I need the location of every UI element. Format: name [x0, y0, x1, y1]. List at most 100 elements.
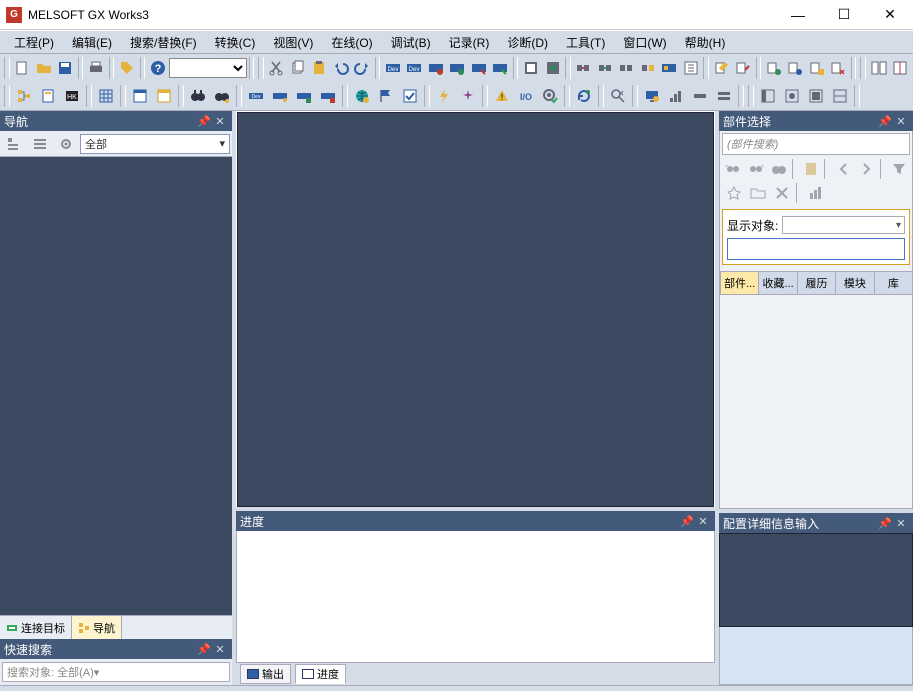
menu-edit[interactable]: 编辑(E): [64, 32, 120, 53]
new-icon[interactable]: [12, 56, 33, 80]
doc-icon-2[interactable]: HK: [60, 84, 84, 108]
parts-close-icon[interactable]: ✕: [893, 113, 909, 129]
zoom-icon[interactable]: [606, 84, 630, 108]
help-search-select[interactable]: [169, 58, 247, 78]
nav-close-icon[interactable]: ✕: [212, 113, 228, 129]
write-icon-6[interactable]: [827, 56, 848, 80]
progress-close-icon[interactable]: ✕: [695, 513, 711, 529]
module-icon-3[interactable]: [658, 56, 679, 80]
flag-icon[interactable]: [374, 84, 398, 108]
help-icon[interactable]: ?: [147, 56, 168, 80]
cut-icon[interactable]: [266, 56, 287, 80]
maximize-button[interactable]: ☐: [821, 0, 867, 30]
menu-window[interactable]: 窗口(W): [615, 32, 674, 53]
display-target-select[interactable]: ▾: [782, 216, 905, 234]
menu-debug[interactable]: 调试(B): [383, 32, 439, 53]
config-pin-icon[interactable]: 📌: [877, 515, 893, 531]
gear-check-icon[interactable]: [538, 84, 562, 108]
lightning-icon[interactable]: [432, 84, 456, 108]
config-close-icon[interactable]: ✕: [893, 515, 909, 531]
quick-search-pin-icon[interactable]: 📌: [196, 641, 212, 657]
connect-icon-2[interactable]: [594, 56, 615, 80]
open-icon[interactable]: [33, 56, 54, 80]
nav-gear-icon[interactable]: [54, 134, 78, 154]
module-icon-4[interactable]: [680, 56, 701, 80]
panel-icon-4[interactable]: [828, 84, 852, 108]
tab-navigation[interactable]: 导航: [72, 616, 122, 639]
tab-progress[interactable]: 进度: [295, 664, 346, 684]
monitor-icon[interactable]: [640, 84, 664, 108]
connect-icon-4[interactable]: [637, 56, 658, 80]
dev-icon-2[interactable]: Dev: [404, 56, 425, 80]
module-icon-2[interactable]: [542, 56, 563, 80]
parts-search-input[interactable]: (部件搜索): [722, 133, 910, 155]
binoculars-icon-1[interactable]: [186, 84, 210, 108]
panel-icon-1[interactable]: [756, 84, 780, 108]
print-icon[interactable]: [85, 56, 106, 80]
paste-icon[interactable]: [309, 56, 330, 80]
parts-binoculars-icon[interactable]: [767, 158, 790, 180]
layout-icon-1[interactable]: [868, 56, 889, 80]
bar-icon-1[interactable]: [664, 84, 688, 108]
config-upper-area[interactable]: [719, 533, 913, 627]
menu-record[interactable]: 记录(R): [441, 32, 498, 53]
sparkle-icon[interactable]: [456, 84, 480, 108]
nav-filter-select[interactable]: 全部 ▾: [80, 134, 230, 154]
redo-icon[interactable]: [351, 56, 372, 80]
menu-diagnose[interactable]: 诊断(D): [499, 32, 556, 53]
quick-search-close-icon[interactable]: ✕: [212, 641, 228, 657]
layout-icon-2[interactable]: [889, 56, 910, 80]
warning-icon[interactable]: !: [490, 84, 514, 108]
parts-tab-library[interactable]: 库: [874, 271, 913, 295]
progress-body[interactable]: [236, 531, 715, 663]
dev-small-icon-1[interactable]: Dev: [244, 84, 268, 108]
editor-area[interactable]: [237, 112, 714, 507]
doc-icon-1[interactable]: [36, 84, 60, 108]
parts-right-icon[interactable]: [855, 158, 878, 180]
close-button[interactable]: ✕: [867, 0, 913, 30]
save-icon[interactable]: [54, 56, 75, 80]
dev-icon-4[interactable]: [447, 56, 468, 80]
quick-search-select[interactable]: 搜索对象: 全部(A)▾: [2, 662, 230, 682]
write-icon-3[interactable]: [763, 56, 784, 80]
minimize-button[interactable]: —: [775, 0, 821, 30]
write-icon-1[interactable]: [711, 56, 732, 80]
tree-icon[interactable]: [12, 84, 36, 108]
globe-icon[interactable]: [350, 84, 374, 108]
panel-icon-3[interactable]: [804, 84, 828, 108]
parts-tab-history[interactable]: 履历: [797, 271, 836, 295]
dev-small-icon-4[interactable]: [316, 84, 340, 108]
dev-icon-6[interactable]: [489, 56, 510, 80]
connect-icon-3[interactable]: [616, 56, 637, 80]
parts-filter-icon[interactable]: [887, 158, 910, 180]
window-icon-2[interactable]: [152, 84, 176, 108]
undo-icon[interactable]: [330, 56, 351, 80]
dev-small-icon-2[interactable]: [268, 84, 292, 108]
nav-tree[interactable]: [0, 157, 232, 615]
module-icon-1[interactable]: [520, 56, 541, 80]
menu-tools[interactable]: 工具(T): [558, 32, 613, 53]
write-icon-2[interactable]: [732, 56, 753, 80]
write-icon-4[interactable]: [785, 56, 806, 80]
menu-help[interactable]: 帮助(H): [677, 32, 734, 53]
io-icon[interactable]: I/O: [514, 84, 538, 108]
copy-icon[interactable]: [287, 56, 308, 80]
parts-tab-module[interactable]: 模块: [835, 271, 874, 295]
parts-pin-icon[interactable]: 📌: [877, 113, 893, 129]
menu-search-replace[interactable]: 搜索/替换(F): [122, 32, 205, 53]
grid-icon-1[interactable]: [94, 84, 118, 108]
bar-icon-2[interactable]: [688, 84, 712, 108]
check-blue-icon[interactable]: [398, 84, 422, 108]
nav-view1-icon[interactable]: [2, 134, 26, 154]
dev-icon-5[interactable]: [468, 56, 489, 80]
parts-find-next-icon[interactable]: [745, 158, 768, 180]
nav-pin-icon[interactable]: 📌: [196, 113, 212, 129]
parts-delete-icon[interactable]: [770, 182, 794, 204]
parts-clipboard-icon[interactable]: [800, 158, 823, 180]
menu-convert[interactable]: 转换(C): [207, 32, 264, 53]
dev-icon-3[interactable]: [425, 56, 446, 80]
config-lower-area[interactable]: [719, 627, 913, 685]
menu-online[interactable]: 在线(O): [323, 32, 380, 53]
display-target-input[interactable]: [727, 238, 905, 260]
parts-star-icon[interactable]: [722, 182, 746, 204]
